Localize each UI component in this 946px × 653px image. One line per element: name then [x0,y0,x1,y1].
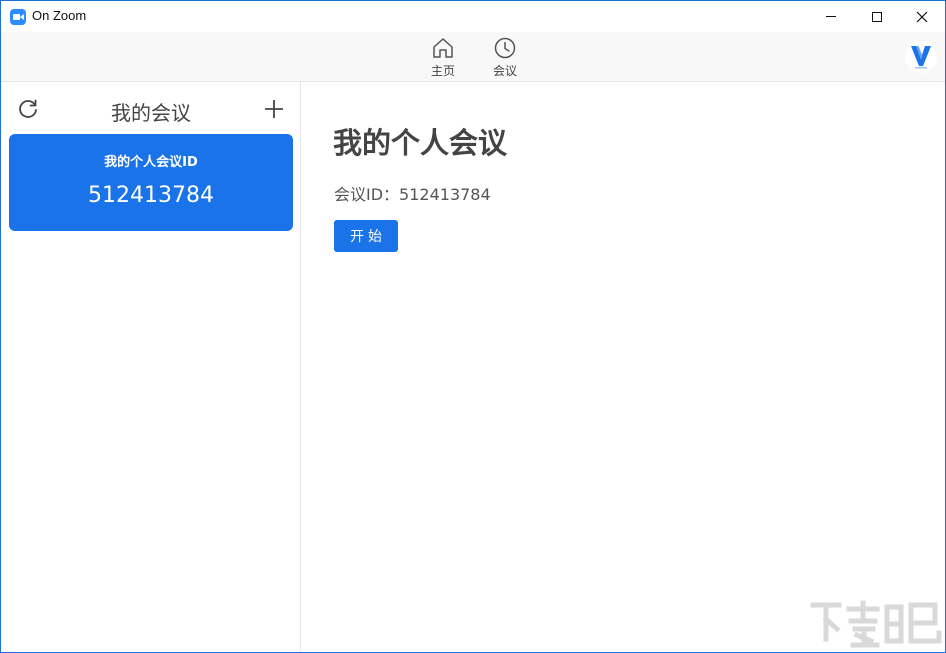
meeting-id-label: 会议ID： [334,185,400,204]
personal-meeting-card[interactable]: 我的个人会议ID 512413784 [9,134,293,231]
close-icon [916,11,928,22]
meeting-id-row: 会议ID：512413784 [334,181,491,205]
window-title: On Zoom [32,8,87,23]
top-toolbar: 主页 会议 [1,32,945,82]
clock-icon [494,37,516,59]
card-label: 我的个人会议ID [104,155,198,170]
close-button[interactable] [899,1,945,32]
watermark-logo-icon [810,600,942,648]
avatar[interactable] [905,41,937,73]
minimize-button[interactable] [808,1,854,32]
page-title: 我的个人会议 [333,126,508,160]
minimize-icon [826,16,836,17]
meetings-sidebar: 我的会议 我的个人会议ID 512413784 [1,82,301,652]
zoom-camera-icon [10,9,26,25]
maximize-icon [872,11,882,22]
meeting-detail-panel: 我的个人会议 会议ID：512413784 开始 [302,82,945,652]
title-bar[interactable]: On Zoom [1,1,945,32]
nav-home-label: 主页 [430,64,455,78]
app-window: On Zoom 主页 会议 我的会议 我的个人会议ID 512413784 我的… [0,0,946,653]
meeting-id-value: 512413784 [399,185,491,204]
card-meeting-id: 512413784 [88,183,214,208]
maximize-button[interactable] [854,1,900,32]
home-icon [433,38,453,58]
user-logo-icon [911,46,931,69]
start-button[interactable]: 开始 [334,220,398,252]
refresh-icon[interactable] [17,98,39,120]
nav-item-meetings[interactable]: 会议 [480,36,530,80]
nav-item-home[interactable]: 主页 [418,36,468,80]
nav-meetings-label: 会议 [492,64,517,78]
sidebar-title: 我的会议 [111,101,191,125]
plus-icon[interactable] [263,98,285,120]
